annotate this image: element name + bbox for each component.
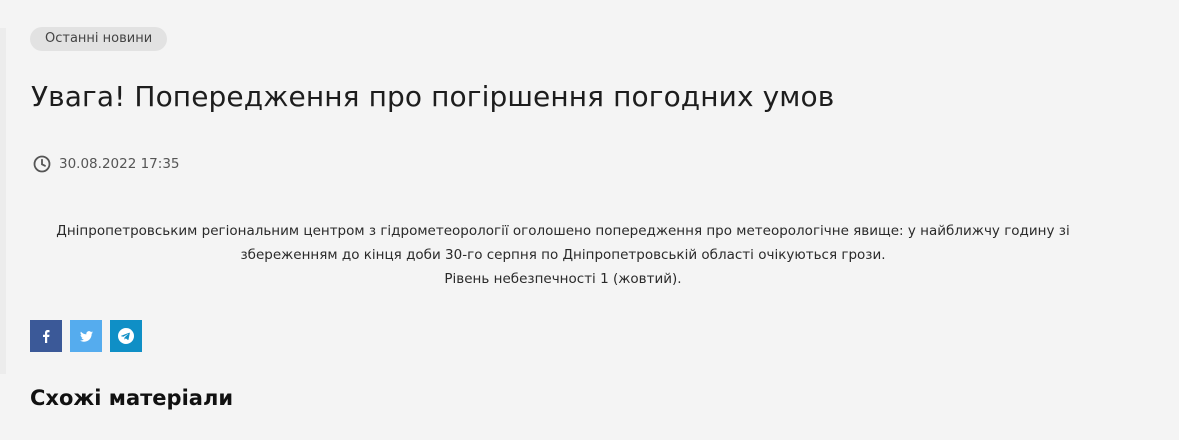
facebook-icon [41,329,51,343]
article-date: 30.08.2022 17:35 [33,155,180,173]
telegram-share-button[interactable] [110,320,142,352]
clock-icon [33,155,51,173]
facebook-share-button[interactable] [30,320,62,352]
related-materials-heading: Схожі матеріали [30,386,234,410]
article-body: Дніпропетровським регіональним центром з… [50,219,1076,291]
twitter-icon [79,330,93,342]
article-paragraph: Дніпропетровським регіональним центром з… [56,223,1070,263]
category-tag[interactable]: Останні новини [30,27,168,51]
article-title: Увага! Попередження про погіршення погод… [31,80,835,113]
share-buttons [30,320,142,352]
content-left-border [0,28,6,374]
twitter-share-button[interactable] [70,320,102,352]
article-paragraph: Рівень небезпечності 1 (жовтий). [444,271,682,287]
telegram-icon [117,327,135,345]
date-text: 30.08.2022 17:35 [59,156,180,172]
